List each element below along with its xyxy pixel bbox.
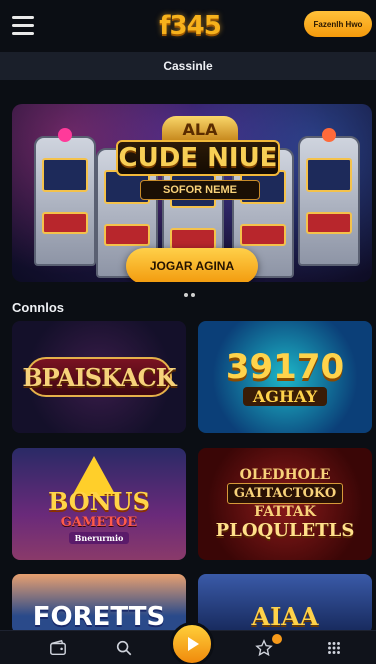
section-title-bar: Cassinle: [0, 52, 376, 80]
wallet-icon[interactable]: [44, 635, 72, 661]
game-title: OLEDHOLE GATTACTOKO FATTAK PLOQULETLS: [198, 448, 372, 560]
hamburger-menu-icon[interactable]: [12, 16, 34, 35]
slot-machine-image: [298, 128, 360, 266]
game-title-line: FATTAK: [254, 504, 316, 520]
game-title: 39170 AGHAY: [198, 321, 372, 433]
play-now-button[interactable]: JOGAR AGINA: [126, 248, 258, 282]
slot-machine-image: [34, 128, 96, 266]
brand-logo[interactable]: f345: [140, 6, 240, 46]
game-card[interactable]: 39170 AGHAY: [198, 321, 372, 433]
grid-icon[interactable]: [320, 635, 348, 661]
game-title-sub: AGHAY: [242, 386, 328, 406]
game-title-number: 39170: [225, 346, 345, 387]
game-title: AIAA: [251, 602, 319, 631]
game-card[interactable]: BONUS GAMETOE Bnerurmio: [12, 448, 186, 560]
carousel-dots[interactable]: [184, 293, 196, 297]
game-title: BONUS GAMETOE Bnerurmio: [12, 448, 186, 560]
game-title-line: GATTACTOKO: [226, 483, 344, 504]
game-title: FORETTS: [32, 602, 166, 632]
game-card[interactable]: OLEDHOLE GATTACTOKO FATTAK PLOQULETLS: [198, 448, 372, 560]
register-button[interactable]: Fazenlh Hwo: [304, 11, 372, 37]
game-card[interactable]: AIAA: [198, 574, 372, 634]
notification-badge: [272, 634, 282, 644]
game-title-sub: GAMETOE: [60, 514, 138, 530]
play-icon[interactable]: [170, 622, 214, 664]
game-title-line: PLOQULETLS: [215, 520, 355, 541]
game-title-line: OLEDHOLE: [239, 467, 331, 483]
search-icon[interactable]: [110, 635, 138, 661]
game-card[interactable]: FORETTS: [12, 574, 186, 634]
game-title-main: BONUS: [48, 486, 150, 516]
app-header: f345 Fazenlh Hwo: [0, 0, 376, 52]
game-title: BPAISKACK: [22, 362, 176, 392]
banner-title: CUDE NIUE: [116, 140, 280, 176]
banner-subtitle: SOFOR NEME: [140, 180, 260, 200]
promo-banner[interactable]: ALA CUDE NIUE SOFOR NEME JOGAR AGINA: [12, 104, 372, 282]
games-section-title: Connlos: [12, 300, 64, 315]
game-title-tag: Bnerurmio: [68, 531, 130, 544]
game-card[interactable]: BPAISKACK: [12, 321, 186, 433]
